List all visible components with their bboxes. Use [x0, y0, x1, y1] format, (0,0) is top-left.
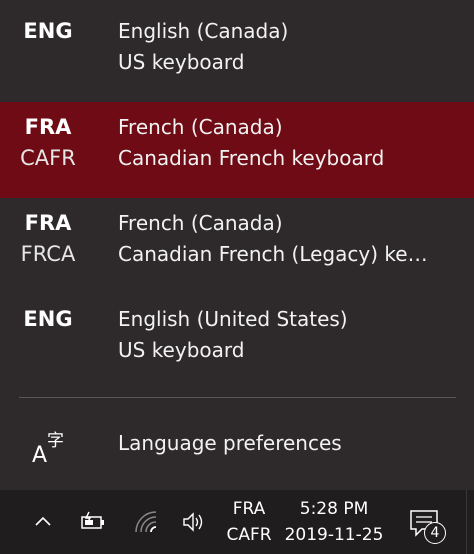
keyboard-layout: Canadian French keyboard	[118, 146, 385, 170]
language-code: FRA	[24, 211, 72, 235]
language-name: English (United States)	[118, 307, 348, 331]
battery-charging-icon[interactable]	[79, 508, 107, 536]
language-item-eng-us[interactable]: ENG English (United States) US keyboard	[0, 294, 474, 390]
language-preferences-label: Language preferences	[118, 431, 342, 455]
show-desktop-button[interactable]	[466, 490, 474, 554]
clock[interactable]: 5:28 PM 2019-11-25	[284, 496, 384, 548]
taskbar: FRA CAFR 5:28 PM 2019-11-25 4	[0, 490, 474, 554]
language-item-fra-frca[interactable]: FRA FRCA French (Canada) Canadian French…	[0, 198, 474, 294]
language-item-eng-canada[interactable]: ENG English (Canada) US keyboard	[0, 6, 474, 102]
volume-icon[interactable]	[180, 508, 208, 536]
keyboard-layout: US keyboard	[118, 338, 245, 362]
action-center-button[interactable]: 4	[406, 504, 446, 544]
language-subcode: FRCA	[20, 242, 76, 266]
language-name: French (Canada)	[118, 115, 283, 139]
svg-text:字: 字	[47, 431, 64, 451]
language-item-fra-cafr[interactable]: FRA CAFR French (Canada) Canadian French…	[0, 102, 474, 198]
language-code: FRA	[24, 115, 72, 139]
divider	[19, 397, 456, 398]
language-preferences-link[interactable]: A 字 Language preferences	[0, 410, 474, 480]
language-subcode: CAFR	[20, 146, 76, 170]
notification-count-badge: 4	[424, 522, 446, 544]
language-settings-icon: A 字	[32, 431, 64, 466]
language-name: English (Canada)	[118, 19, 289, 43]
keyboard-layout: Canadian French (Legacy) keyboard	[118, 242, 430, 266]
input-indicator[interactable]: FRA CAFR	[222, 496, 276, 548]
language-name: French (Canada)	[118, 211, 283, 235]
clock-time: 5:28 PM	[299, 499, 369, 519]
input-keyboard-code: CAFR	[226, 525, 272, 545]
input-language-code: FRA	[232, 499, 266, 519]
clock-date: 2019-11-25	[284, 525, 384, 545]
chevron-up-icon[interactable]	[29, 508, 57, 536]
svg-text:A: A	[32, 443, 47, 466]
keyboard-layout: US keyboard	[118, 50, 245, 74]
input-language-flyout: ENG English (Canada) US keyboard FRA CAF…	[0, 0, 474, 490]
language-code: ENG	[23, 307, 73, 331]
language-code: ENG	[23, 19, 73, 43]
wifi-icon[interactable]	[132, 508, 160, 536]
